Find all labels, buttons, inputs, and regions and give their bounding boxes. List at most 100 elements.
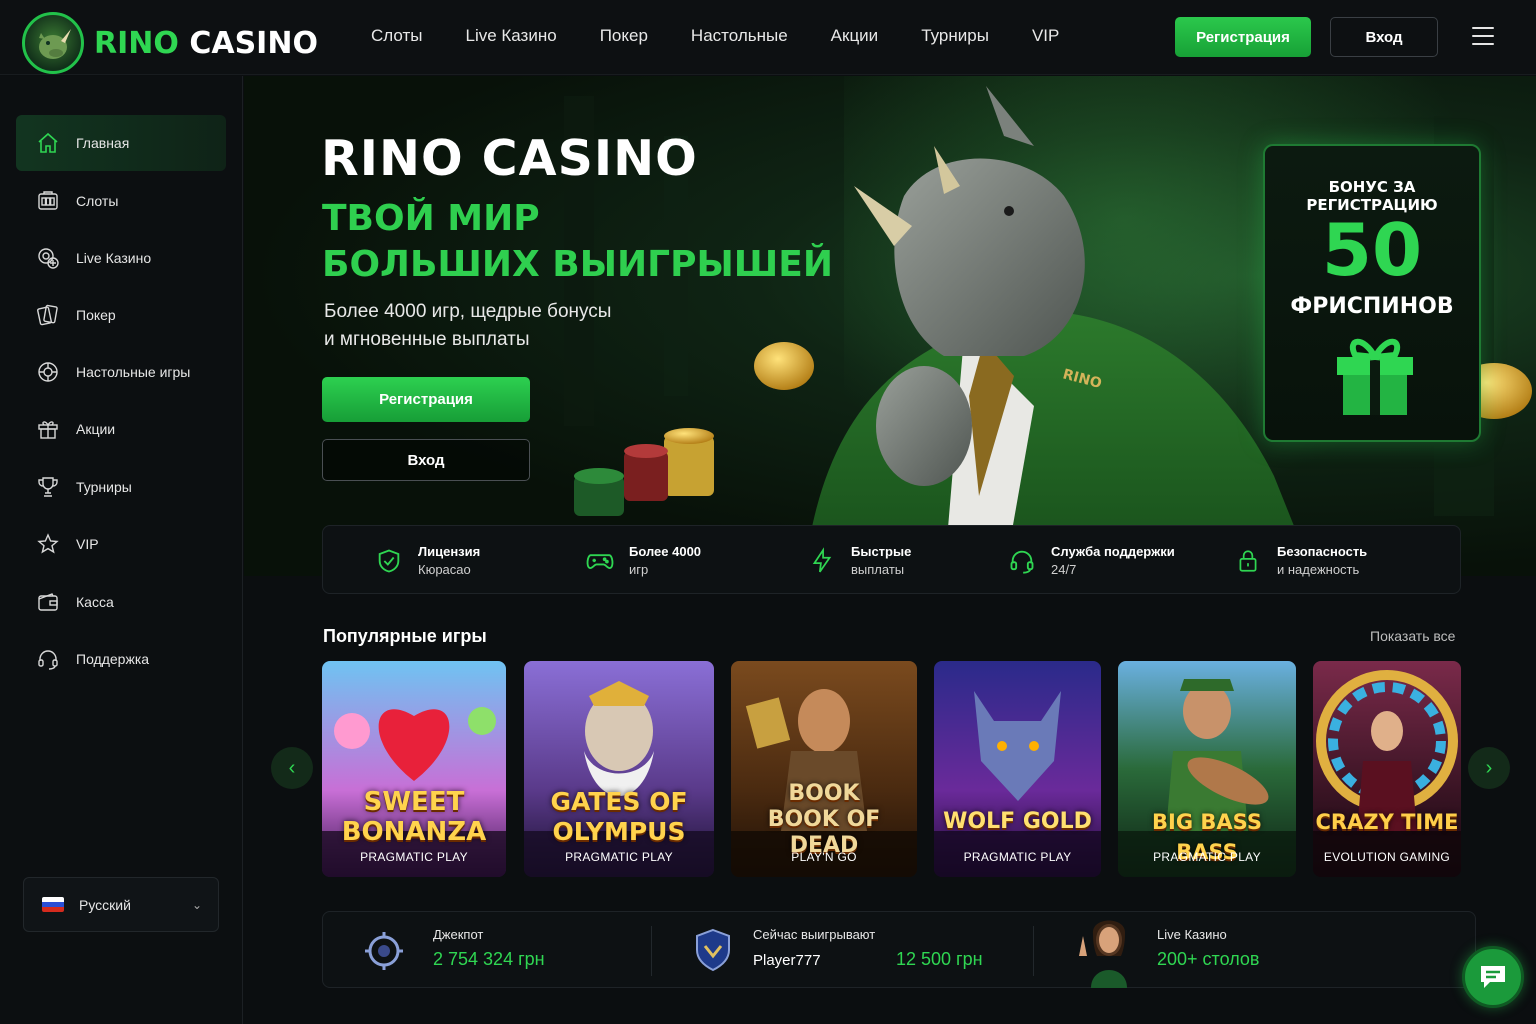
hero-banner: RINO RINO CASINO ТВОЙ МИР БОЛЬШИХ ВЫИГРЫ… — [244, 76, 1536, 576]
nav-poker[interactable]: Покер — [600, 26, 648, 46]
feature-games: Более 4000 игр — [585, 526, 701, 595]
table-games-icon — [35, 359, 61, 385]
bonus-unit: ФРИСПИНОВ — [1290, 294, 1454, 319]
game-card-book-of-dead[interactable]: BOOK BOOK OF DEAD PLAY'N GO — [731, 661, 917, 877]
sidebar-item-label: Покер — [76, 307, 116, 323]
carousel-prev-button[interactable]: ‹ — [271, 747, 313, 789]
sidebar-item-poker[interactable]: Покер — [16, 287, 226, 343]
nav-slots[interactable]: Слоты — [371, 26, 422, 46]
hero-login-button[interactable]: Вход — [322, 439, 530, 481]
nav-promotions[interactable]: Акции — [831, 26, 879, 46]
language-label: Русский — [79, 896, 131, 913]
headset-icon — [1007, 546, 1037, 576]
gift-icon — [1337, 338, 1413, 415]
game-provider: PRAGMATIC PLAY — [963, 850, 1072, 864]
top-nav: Слоты Live Казино Покер Настольные Акции… — [371, 26, 1102, 46]
feature-security: Безопасность и надежность — [1233, 526, 1367, 595]
star-icon — [35, 531, 61, 557]
sidebar-item-label: Настольные игры — [76, 364, 191, 380]
game-provider: PRAGMATIC PLAY — [1153, 850, 1261, 864]
nav-vip[interactable]: VIP — [1032, 26, 1059, 46]
bonus-amount: 50 — [1321, 208, 1423, 292]
sidebar-item-label: Слоты — [76, 193, 119, 209]
nav-table-games[interactable]: Настольные — [691, 26, 788, 46]
game-card-gates-of-olympus[interactable]: GATES OF OLYMPUS PRAGMATIC PLAY — [524, 661, 714, 877]
headset-icon — [35, 646, 61, 672]
game-provider: PRAGMATIC PLAY — [565, 850, 673, 864]
live-casino-icon — [35, 245, 61, 271]
winning-label: Сейчас выигрывают — [753, 927, 876, 942]
winning-value: 12 500 грн — [896, 949, 983, 969]
sidebar-item-support[interactable]: Поддержка — [16, 631, 226, 687]
live-label: Live Казино — [1157, 927, 1227, 942]
sidebar-item-label: Live Казино — [76, 250, 152, 266]
game-provider: PLAY'N GO — [791, 850, 857, 864]
stats-strip: Джекпот 2 754 324 грн Сейчас выигрывают … — [322, 911, 1476, 988]
feature-support: Служба поддержки 24/7 — [1007, 526, 1175, 595]
sidebar-item-label: VIP — [76, 536, 99, 552]
sidebar: Главная Слоты Live Казино Покер Настольн… — [0, 76, 243, 1024]
sidebar-item-promotions[interactable]: Акции — [16, 401, 226, 457]
popular-games-title: Популярные игры — [323, 626, 487, 646]
jackpot-label: Джекпот — [433, 927, 484, 942]
game-card-wolf-gold[interactable]: WOLF GOLD PRAGMATIC PLAY — [934, 661, 1101, 877]
hero-title: RINO CASINO — [321, 130, 698, 187]
feature-fast-payouts: Быстрые выплаты — [807, 526, 911, 595]
live-dealer-avatar — [1079, 920, 1127, 988]
hero-register-button[interactable]: Регистрация — [322, 377, 530, 422]
sidebar-item-cashier[interactable]: Касса — [16, 574, 226, 630]
sidebar-item-home[interactable]: Главная — [16, 115, 226, 171]
hero-subtitle: ТВОЙ МИР БОЛЬШИХ ВЫИГРЫШЕЙ — [322, 198, 833, 285]
game-title: CRAZY TIME — [1315, 810, 1459, 834]
hero-description: Более 4000 игр, щедрые бонусы и мгновенн… — [324, 301, 612, 350]
brand-name-white: CASINO — [189, 25, 318, 61]
sidebar-item-label: Турниры — [76, 479, 132, 495]
winning-player: Player777 — [753, 952, 821, 969]
game-title: SWEET BONANZA — [341, 787, 487, 847]
gift-icon — [35, 416, 61, 442]
register-button[interactable]: Регистрация — [1175, 17, 1311, 57]
poker-icon — [35, 302, 61, 328]
language-selector[interactable]: Русский ⌄ — [23, 877, 219, 932]
game-card-sweet-bonanza[interactable]: SWEET BONANZA PRAGMATIC PLAY — [322, 661, 506, 877]
show-all-link[interactable]: Показать все — [1370, 628, 1455, 644]
sidebar-item-label: Акции — [76, 421, 116, 437]
sidebar-item-tournaments[interactable]: Турниры — [16, 459, 226, 515]
game-title: BOOK BOOK OF DEAD — [767, 781, 881, 858]
game-provider: EVOLUTION GAMING — [1323, 850, 1451, 864]
game-card-big-bass[interactable]: BIG BASS BASS PRAGMATIC PLAY — [1118, 661, 1296, 877]
wallet-icon — [35, 589, 61, 615]
menu-icon[interactable] — [1472, 27, 1494, 45]
chat-button[interactable] — [1462, 946, 1524, 1008]
jackpot-icon — [365, 932, 403, 970]
sidebar-item-label: Главная — [76, 135, 130, 151]
game-title: GATES OF OLYMPUS — [550, 787, 688, 846]
sidebar-item-live-casino[interactable]: Live Казино — [16, 230, 226, 286]
lock-icon — [1233, 546, 1263, 576]
login-button[interactable]: Вход — [1330, 17, 1438, 57]
features-bar: Лицензия Кюрасао Более 4000 игр Быстрые вып… — [322, 525, 1461, 594]
rhino-logo-icon — [22, 12, 84, 74]
brand-logo[interactable]: RINO CASINO — [22, 12, 318, 74]
brand-name-green: RINO — [94, 25, 179, 61]
sidebar-item-label: Поддержка — [76, 651, 150, 667]
nav-live-casino[interactable]: Live Казино — [465, 26, 556, 46]
trophy-icon — [35, 474, 61, 500]
jackpot-value: 2 754 324 грн — [433, 949, 545, 969]
sidebar-item-label: Касса — [76, 594, 114, 610]
gamepad-icon — [585, 546, 615, 576]
carousel-next-button[interactable]: › — [1468, 747, 1510, 789]
bonus-card[interactable]: БОНУС ЗА РЕГИСТРАЦИЮ 50 ФРИСПИНОВ — [1263, 144, 1481, 442]
slots-icon — [35, 188, 61, 214]
home-icon — [35, 130, 61, 156]
live-value: 200+ столов — [1157, 949, 1260, 969]
game-card-crazy-time[interactable]: CRAZY TIME EVOLUTION GAMING — [1313, 661, 1461, 877]
sidebar-item-table-games[interactable]: Настольные игры — [16, 344, 226, 400]
sidebar-item-vip[interactable]: VIP — [16, 516, 226, 572]
sidebar-item-slots[interactable]: Слоты — [16, 173, 226, 229]
nav-tournaments[interactable]: Турниры — [921, 26, 989, 46]
winners-badge-icon — [696, 928, 730, 972]
shield-check-icon — [374, 546, 404, 576]
russia-flag-icon — [42, 897, 64, 912]
top-header: RINO CASINO Слоты Live Казино Покер Наст… — [0, 0, 1536, 75]
